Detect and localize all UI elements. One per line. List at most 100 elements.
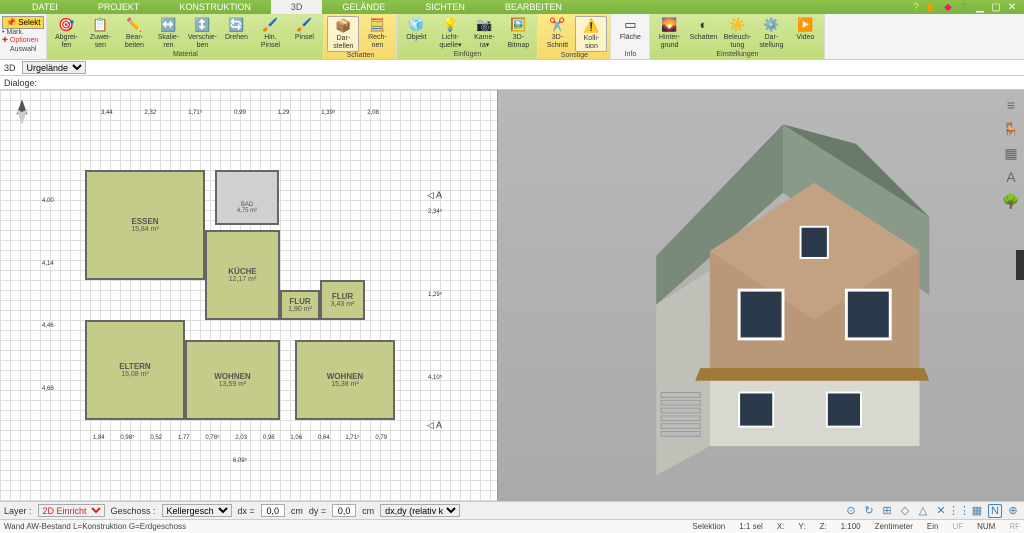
ribbon-icon: ✏️ xyxy=(126,17,142,33)
pane-3d-view[interactable]: ≡ 🪑 ▦ A 🌳 xyxy=(498,90,1024,501)
context-bar: 3D Urgelände xyxy=(0,60,1024,76)
section-mark-a2: ◁ A xyxy=(427,420,442,431)
ribbon-btn-zuweisen[interactable]: 📋Zuwei-sen xyxy=(84,16,116,51)
tool-icon-1[interactable]: ◧ xyxy=(926,1,938,13)
snap-tools: ⊙ ↻ ⊞ ◇ △ ✕ ⋮⋮ ▦ N ⊕ xyxy=(844,504,1020,518)
ribbon-btn-hinpinsel[interactable]: 🖌️Hin.Pinsel xyxy=(254,16,286,51)
room-eltern[interactable]: ELTERN15,08 m² xyxy=(85,320,185,420)
ribbon-btn-drehen[interactable]: 🔄Drehen xyxy=(220,16,252,51)
coord-mode-select[interactable]: dx,dy (relativ ka xyxy=(380,504,460,517)
ribbon-btn-pinsel[interactable]: 🖌️Pinsel xyxy=(288,16,320,51)
layer-select[interactable]: 2D Einricht xyxy=(38,504,105,517)
ribbon-btn-darstellen[interactable]: 📦Dar-stellen xyxy=(327,16,359,52)
layer-dropdown[interactable]: Urgelände xyxy=(22,61,86,74)
geschoss-select[interactable]: Kellergesch xyxy=(162,504,232,517)
menu-bar: DATEI PROJEKT KONSTRUKTION 3D GELÄNDE SI… xyxy=(0,0,1024,14)
ribbon-icon: 📦 xyxy=(335,18,351,34)
room-bad[interactable]: BAD4,75 m² xyxy=(215,170,279,225)
maximize-icon[interactable]: ▢ xyxy=(990,1,1002,13)
alphabet-icon[interactable]: A xyxy=(1002,168,1020,186)
ribbon-btn-video[interactable]: ▶️Video xyxy=(789,16,821,51)
ribbon-btn-darstellung[interactable]: ⚙️Dar-stellung xyxy=(755,16,787,51)
menu-tab-konstruktion[interactable]: KONSTRUKTION xyxy=(159,0,271,14)
ribbon-icon: ✂️ xyxy=(549,17,565,33)
ribbon-icon: ↕️ xyxy=(194,17,210,33)
snap-icon-1[interactable]: ⊙ xyxy=(844,504,858,518)
tool-icon-2[interactable]: ◆ xyxy=(942,1,954,13)
ribbon-btn-rechnen[interactable]: 🧮Rech-nen xyxy=(361,16,393,52)
ribbon-icon: ▶️ xyxy=(797,17,813,33)
dy-input[interactable] xyxy=(332,504,356,517)
snap-icon-9[interactable]: N xyxy=(988,504,1002,518)
ribbon-icon: 🎯 xyxy=(58,17,74,33)
dialoge-bar: Dialoge: xyxy=(0,76,1024,90)
ribbon-icon: 🖼️ xyxy=(510,17,526,33)
ruler-top: 3,442,321,71⁵0,991,291,39⁵2,08 xyxy=(85,110,395,116)
pane-2d-floorplan[interactable]: 3,442,321,71⁵0,991,291,39⁵2,08 1,840,98⁵… xyxy=(0,90,498,501)
ribbon-btn-kollision[interactable]: ⚠️Kolli-sion xyxy=(575,16,607,52)
room-wohnen[interactable]: WOHNEN15,38 m² xyxy=(295,340,395,420)
status-bar: Wand AW-Bestand L=Konstruktion G=Erdgesc… xyxy=(0,519,1024,533)
menu-tab-gelaende[interactable]: GELÄNDE xyxy=(322,0,405,14)
ribbon-btn-hintergrund[interactable]: 🌄Hinter-grund xyxy=(653,16,685,51)
ribbon-icon: ▭ xyxy=(622,17,638,33)
menu-tab-datei[interactable]: DATEI xyxy=(12,0,78,14)
room-flur[interactable]: FLUR3,43 m² xyxy=(320,280,365,320)
ribbon-icon: ⚠️ xyxy=(583,18,599,34)
ribbon-btn-dbitmap[interactable]: 🖼️3D-Bitmap xyxy=(502,16,534,51)
materials-icon[interactable]: ▦ xyxy=(1002,144,1020,162)
ribbon-btn-bearbeiten[interactable]: ✏️Bear-beiten xyxy=(118,16,150,51)
floor-plan: ESSEN15,84 m² ELTERN15,08 m² KÜCHE12,17 m²… xyxy=(85,170,395,420)
ribbon-btn-flche[interactable]: ▭Fläche xyxy=(614,16,646,51)
ribbon-btn-dschnitt[interactable]: ✂️3D-Schnitt xyxy=(541,16,573,52)
snap-icon-10[interactable]: ⊕ xyxy=(1006,504,1020,518)
tree-icon[interactable]: 🌳 xyxy=(1002,192,1020,210)
snap-icon-2[interactable]: ↻ xyxy=(862,504,876,518)
room-essen[interactable]: ESSEN15,84 m² xyxy=(85,170,205,280)
side-handle[interactable] xyxy=(1016,250,1024,280)
ribbon-btn-skalieren[interactable]: ↔️Skalie-ren xyxy=(152,16,184,51)
ruler-right: 2,34⁵1,29⁵4,10⁵ xyxy=(428,170,442,420)
close-icon[interactable]: ✕ xyxy=(1006,1,1018,13)
ribbon-btn-schatten[interactable]: ◐Schatten xyxy=(687,16,719,51)
titlebar-icons: ? ◧ ◆ ? ▁ ▢ ✕ xyxy=(910,1,1024,13)
ribbon-group-info: ▭FlächeInfo xyxy=(611,14,650,59)
mark-option[interactable]: • Mark. xyxy=(2,29,44,36)
ribbon-group-auswahl: 📌 Selekt • Mark. ✚ Optionen Auswahl xyxy=(0,14,47,59)
menu-tab-sichten[interactable]: SICHTEN xyxy=(405,0,485,14)
ribbon-group-material: 🎯Abgrei-fen📋Zuwei-sen✏️Bear-beiten↔️Skal… xyxy=(47,14,324,59)
menu-tab-bearbeiten[interactable]: BEARBEITEN xyxy=(485,0,582,14)
snap-icon-7[interactable]: ⋮⋮ xyxy=(952,504,966,518)
help-icon[interactable]: ? xyxy=(910,1,922,13)
tool-icon-3[interactable]: ? xyxy=(958,1,970,13)
ribbon: 📌 Selekt • Mark. ✚ Optionen Auswahl 🎯Abg… xyxy=(0,14,1024,60)
dx-input[interactable] xyxy=(261,504,285,517)
ribbon-btn-objekt[interactable]: 🧊Objekt xyxy=(400,16,432,51)
ribbon-btn-verschieben[interactable]: ↕️Verschie-ben xyxy=(186,16,218,51)
layer-bar: Layer : 2D Einricht Geschoss : Kellerges… xyxy=(0,501,1024,519)
snap-icon-4[interactable]: ◇ xyxy=(898,504,912,518)
selekt-button[interactable]: 📌 Selekt xyxy=(2,16,44,29)
menu-tab-3d[interactable]: 3D xyxy=(271,0,323,14)
ruler-left: 4,004,144,464,68 xyxy=(42,170,54,420)
snap-icon-6[interactable]: ✕ xyxy=(934,504,948,518)
furniture-icon[interactable]: 🪑 xyxy=(1002,120,1020,138)
room-wohnen[interactable]: WOHNEN13,59 m² xyxy=(185,340,280,420)
ribbon-icon: 🖌️ xyxy=(296,17,312,33)
mode-label: 3D xyxy=(4,63,16,73)
room-küche[interactable]: KÜCHE12,17 m² xyxy=(205,230,280,320)
menu-tab-projekt[interactable]: PROJEKT xyxy=(78,0,160,14)
ribbon-btn-beleuchtung[interactable]: ☀️Beleuch-tung xyxy=(721,16,753,51)
room-flur[interactable]: FLUR1,90 m² xyxy=(280,290,320,320)
snap-icon-8[interactable]: ▦ xyxy=(970,504,984,518)
ribbon-btn-abgreifen[interactable]: 🎯Abgrei-fen xyxy=(50,16,82,51)
ribbon-btn-lichtquelle[interactable]: 💡Licht-quelle▾ xyxy=(434,16,466,51)
ribbon-group-sonstige: ✂️3D-Schnitt⚠️Kolli-sionSonstige xyxy=(538,14,611,59)
optionen-option[interactable]: ✚ Optionen xyxy=(2,36,44,44)
layers-icon[interactable]: ≡ xyxy=(1002,96,1020,114)
ribbon-btn-kamera[interactable]: 📷Kame-ra▾ xyxy=(468,16,500,51)
minimize-icon[interactable]: ▁ xyxy=(974,1,986,13)
snap-icon-3[interactable]: ⊞ xyxy=(880,504,894,518)
compass-icon xyxy=(8,98,36,126)
snap-icon-5[interactable]: △ xyxy=(916,504,930,518)
